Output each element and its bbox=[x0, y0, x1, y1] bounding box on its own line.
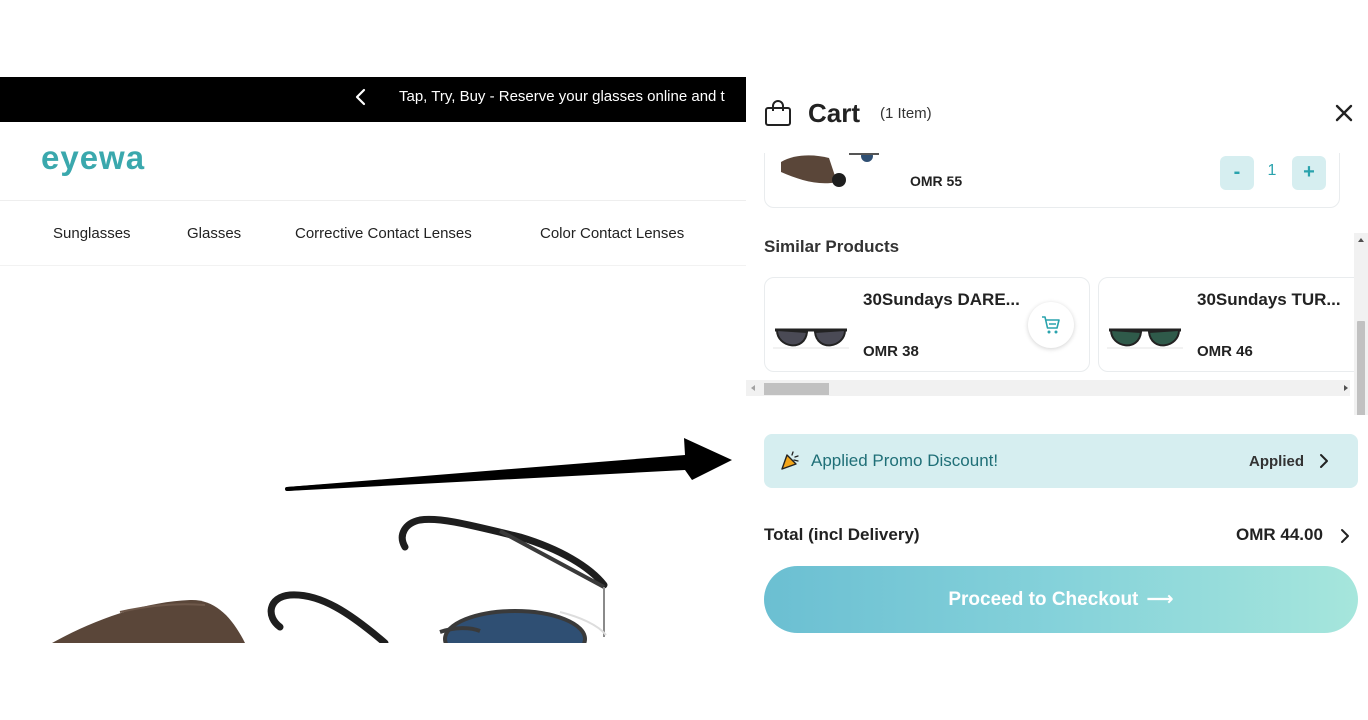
similar-product-thumbnail bbox=[773, 328, 849, 349]
add-to-cart-button[interactable] bbox=[1028, 302, 1074, 348]
similar-product-price: OMR 38 bbox=[863, 343, 919, 360]
nav-color-contact-lenses[interactable]: Color Contact Lenses bbox=[540, 225, 684, 242]
announcement-bar: Tap, Try, Buy - Reserve your glasses onl… bbox=[0, 77, 746, 122]
eyewa-logo[interactable]: eyewa bbox=[41, 143, 171, 177]
chevron-right-icon[interactable] bbox=[1338, 527, 1352, 545]
proceed-to-checkout-button[interactable]: Proceed to Checkout ⟶ bbox=[764, 566, 1358, 633]
cart-item-count: (1 Item) bbox=[880, 105, 932, 122]
cart-item-price: OMR 55 bbox=[910, 173, 963, 189]
chevron-right-icon bbox=[1320, 454, 1328, 468]
svg-text:eyewa: eyewa bbox=[41, 143, 145, 176]
promo-tag-icon bbox=[781, 451, 799, 470]
cart-item: OMR 55 - 1 + bbox=[764, 153, 1340, 208]
vertical-scrollbar[interactable] bbox=[1354, 233, 1368, 415]
similar-product-thumbnail bbox=[1107, 328, 1183, 349]
close-icon[interactable] bbox=[1332, 101, 1356, 125]
arrow-right-icon: ⟶ bbox=[1146, 589, 1174, 610]
total-value: OMR 44.00 bbox=[1236, 525, 1323, 544]
similar-product-card[interactable]: 30Sundays TUR... OMR 46 bbox=[1098, 277, 1368, 372]
cart-item-thumbnail bbox=[781, 153, 879, 187]
similar-product-price: OMR 46 bbox=[1197, 343, 1253, 360]
quantity-value: 1 bbox=[1267, 162, 1277, 179]
similar-product-card[interactable]: 30Sundays DARE... OMR 38 bbox=[764, 277, 1090, 372]
site-background: Tap, Try, Buy - Reserve your glasses onl… bbox=[0, 77, 746, 643]
nav-sunglasses[interactable]: Sunglasses bbox=[53, 225, 131, 242]
similar-product-name: 30Sundays TUR... bbox=[1197, 290, 1341, 309]
promo-discount-row[interactable]: Applied Promo Discount! Applied bbox=[764, 434, 1358, 488]
cart-scroll-area[interactable]: OMR 55 - 1 + Similar Products 30Sundays … bbox=[746, 153, 1368, 415]
nav-glasses[interactable]: Glasses bbox=[187, 225, 241, 242]
similar-product-name: 30Sundays DARE... bbox=[863, 290, 1020, 309]
cart-add-icon bbox=[1042, 316, 1060, 334]
scroll-up-arrow[interactable] bbox=[1358, 238, 1364, 242]
total-label: Total (incl Delivery) bbox=[764, 525, 920, 544]
horizontal-scroll-thumb[interactable] bbox=[764, 383, 829, 395]
scroll-left-arrow[interactable] bbox=[751, 385, 755, 391]
similar-products-title: Similar Products bbox=[764, 237, 900, 256]
announcement-text: Tap, Try, Buy - Reserve your glasses onl… bbox=[399, 88, 725, 105]
quantity-decrease-button[interactable]: - bbox=[1220, 156, 1254, 190]
cart-header: Cart (1 Item) bbox=[746, 77, 1368, 153]
checkout-label: Proceed to Checkout bbox=[948, 589, 1139, 610]
promo-status: Applied bbox=[1249, 453, 1304, 470]
bag-icon bbox=[765, 100, 791, 126]
cart-title: Cart bbox=[808, 98, 861, 128]
quantity-increase-button[interactable]: + bbox=[1292, 156, 1326, 190]
pointer-arrow bbox=[285, 438, 732, 491]
page: Tap, Try, Buy - Reserve your glasses onl… bbox=[0, 0, 1368, 720]
horizontal-scrollbar[interactable] bbox=[746, 380, 1350, 396]
scroll-right-arrow[interactable] bbox=[1344, 385, 1348, 391]
nav-corrective-contact-lenses[interactable]: Corrective Contact Lenses bbox=[295, 225, 472, 242]
main-nav: Sunglasses Glasses Corrective Contact Le… bbox=[0, 200, 746, 266]
chevron-left-icon[interactable] bbox=[350, 86, 372, 108]
promo-label: Applied Promo Discount! bbox=[811, 451, 999, 470]
cart-drawer: Cart (1 Item) OMR 55 - 1 + Similar Produ… bbox=[746, 77, 1368, 643]
vertical-scroll-thumb[interactable] bbox=[1357, 321, 1365, 415]
